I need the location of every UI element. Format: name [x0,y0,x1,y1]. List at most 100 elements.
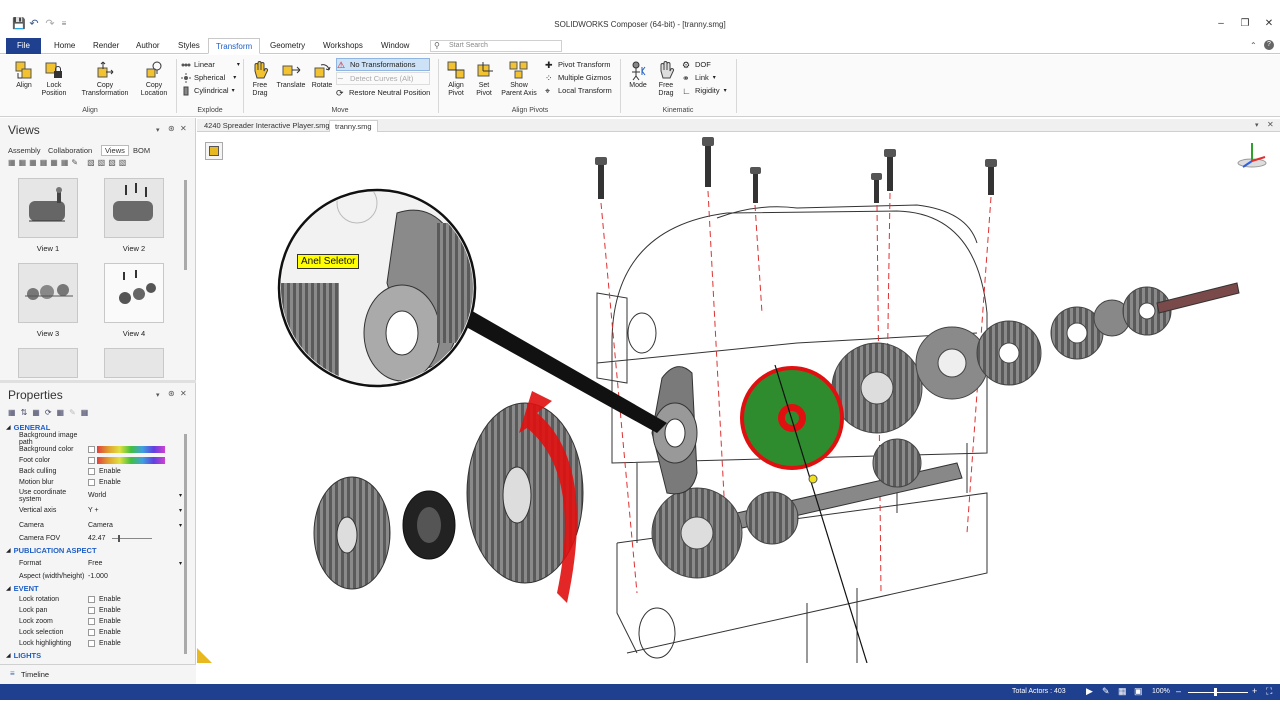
lock-selection-checkbox[interactable] [88,629,95,637]
slider-thumb[interactable] [117,535,120,543]
view-fit-icon[interactable]: ▣ [1134,686,1143,697]
properties-scrollbar[interactable] [184,434,187,654]
prop-row[interactable]: Lock selection Enable [6,627,182,638]
tab-home[interactable]: Home [47,38,82,54]
dof-button[interactable]: ⚙ DOF [682,58,727,71]
camera-icon[interactable]: ▧ [98,158,106,167]
pin-icon[interactable]: ⊛ [168,124,175,133]
section-lights[interactable]: ◢ LIGHTS [6,650,182,661]
lock-pan-checkbox[interactable] [88,607,95,615]
tab-geometry[interactable]: Geometry [263,38,312,54]
prop-row[interactable]: Use coordinate system World ▾ [6,489,182,503]
prop-row[interactable]: Vertical axis Y + ▾ [6,505,182,516]
view-5-thumbnail[interactable] [18,348,78,378]
show-parent-axis-button[interactable]: Show Parent Axis [498,59,540,98]
prop-row[interactable]: Camera FOV 42.47 [6,533,182,544]
filter-icon[interactable]: ▦ [32,408,40,417]
fullscreen-icon[interactable]: ⛶ [1266,686,1272,697]
lock-position-button[interactable]: Lock Position [38,59,70,98]
tab-file[interactable]: File [6,38,41,54]
prop-row[interactable]: Aspect (width/height) -1.000 [6,571,182,582]
view-1-thumbnail[interactable] [18,178,78,238]
chevron-down-icon[interactable]: ▾ [237,61,240,68]
chevron-down-icon[interactable]: ▾ [713,74,716,81]
motion-blur-checkbox[interactable] [88,479,95,487]
spherical-button[interactable]: Spherical ▾ [181,71,240,84]
zoom-slider-thumb[interactable] [1214,688,1217,696]
view-lock-icon[interactable]: ▦ [61,158,69,167]
cylindrical-button[interactable]: Cylindrical ▾ [181,84,240,97]
panel-splitter[interactable] [0,380,196,383]
rigidity-button[interactable]: ∟ Rigidity ▾ [682,84,727,97]
restore-neutral-button[interactable]: ⟳ Restore Neutral Position [336,86,430,99]
prop-row[interactable]: Background color [6,444,182,455]
tab-transform[interactable]: Transform [208,38,261,54]
view-2-thumbnail[interactable] [104,178,164,238]
create-view-icon[interactable]: ▦ [8,158,16,167]
back-culling-checkbox[interactable] [88,468,95,476]
free-drag-button[interactable]: Free Drag [246,59,274,98]
help-icon[interactable]: ? [1264,40,1274,50]
timeline-bar[interactable]: ≡ Timeline [0,664,196,684]
doc-tab-spreader[interactable]: 4240 Spreader Interactive Player.smg [199,120,335,132]
update-view-icon[interactable]: ▦ [19,158,27,167]
axis-gizmo[interactable] [1237,143,1267,168]
local-transform-button[interactable]: ⌖ Local Transform [545,84,612,97]
camera-icon[interactable]: ▧ [87,158,95,167]
restore-icon[interactable]: ❐ [1232,17,1258,31]
3d-viewport[interactable]: Anel Seletor [197,133,1280,663]
grid-icon[interactable]: ▦ [1118,686,1127,697]
section-publication[interactable]: ◢ PUBLICATION ASPECT [6,545,182,556]
set-pivot-button[interactable]: Set Pivot [470,59,498,98]
close-document-icon[interactable]: ✕ [1267,120,1274,129]
export-icon[interactable]: ▦ [81,408,89,417]
align-button[interactable]: Align [10,59,38,90]
coordinate-system-dropdown[interactable]: World ▾ [88,492,182,499]
view-3-thumbnail[interactable] [18,263,78,323]
minimize-icon[interactable]: – [1208,17,1234,31]
zoom-in-icon[interactable]: + [1252,686,1257,696]
linear-button[interactable]: Linear ▾ [181,58,240,71]
tab-styles[interactable]: Styles [171,38,207,54]
tab-assembly[interactable]: Assembly [8,146,41,155]
camera-fov-value[interactable]: 42.47 [88,535,106,542]
tab-views[interactable]: Views [101,145,129,156]
chevron-down-icon[interactable]: ▾ [232,87,235,94]
prop-row[interactable]: Background image path [6,432,182,446]
prop-row[interactable]: Format Free ▾ [6,558,182,569]
panel-menu-icon[interactable]: ▾ [156,391,160,399]
collapse-ribbon-icon[interactable]: ⌃ [1250,41,1257,50]
chevron-down-icon[interactable]: ▾ [233,74,236,81]
edit-icon[interactable]: ✎ [69,408,76,417]
pick-icon[interactable]: ✎ [1102,686,1110,697]
copy-transformation-button[interactable]: Copy Transformation [74,59,136,98]
prop-row[interactable]: Camera Camera ▾ [6,520,182,531]
rotate-button[interactable]: Rotate [308,59,336,90]
selection-mode-icon[interactable]: ▶ [1086,686,1093,697]
tab-collaboration[interactable]: Collaboration [48,146,92,155]
prop-row[interactable]: Lock pan Enable [6,605,182,616]
pivot-transform-button[interactable]: ✚ Pivot Transform [545,58,612,71]
prop-row[interactable]: Lock zoom Enable [6,616,182,627]
translate-button[interactable]: Translate [274,59,308,90]
view-mode-button[interactable] [205,142,223,160]
pin-icon[interactable]: ⊛ [168,389,175,398]
prop-row[interactable]: Foot color [6,455,182,466]
view-options-icon[interactable]: ▦ [40,158,48,167]
delete-view-icon[interactable]: ▦ [29,158,37,167]
zoom-slider[interactable] [1188,692,1248,693]
doc-tab-tranny[interactable]: tranny.smg [329,120,378,132]
camera-icon[interactable]: ▧ [119,158,127,167]
kinematic-free-drag-button[interactable]: Free Drag [653,59,679,98]
search-input[interactable]: ⚲ Start Search [430,40,562,52]
aspect-value[interactable]: -1.000 [88,573,182,580]
align-pivot-button[interactable]: Align Pivot [442,59,470,98]
background-color-swatch[interactable] [88,446,182,454]
view-pin-icon[interactable]: ✎ [71,158,78,167]
vertical-axis-dropdown[interactable]: Y + ▾ [88,507,182,514]
categorized-icon[interactable]: ▦ [8,408,16,417]
prop-row[interactable]: Motion blur Enable [6,477,182,488]
panel-menu-icon[interactable]: ▾ [156,126,160,134]
multiple-gizmos-button[interactable]: ⁘ Multiple Gizmos [545,71,612,84]
close-icon[interactable]: ✕ [1256,17,1280,31]
